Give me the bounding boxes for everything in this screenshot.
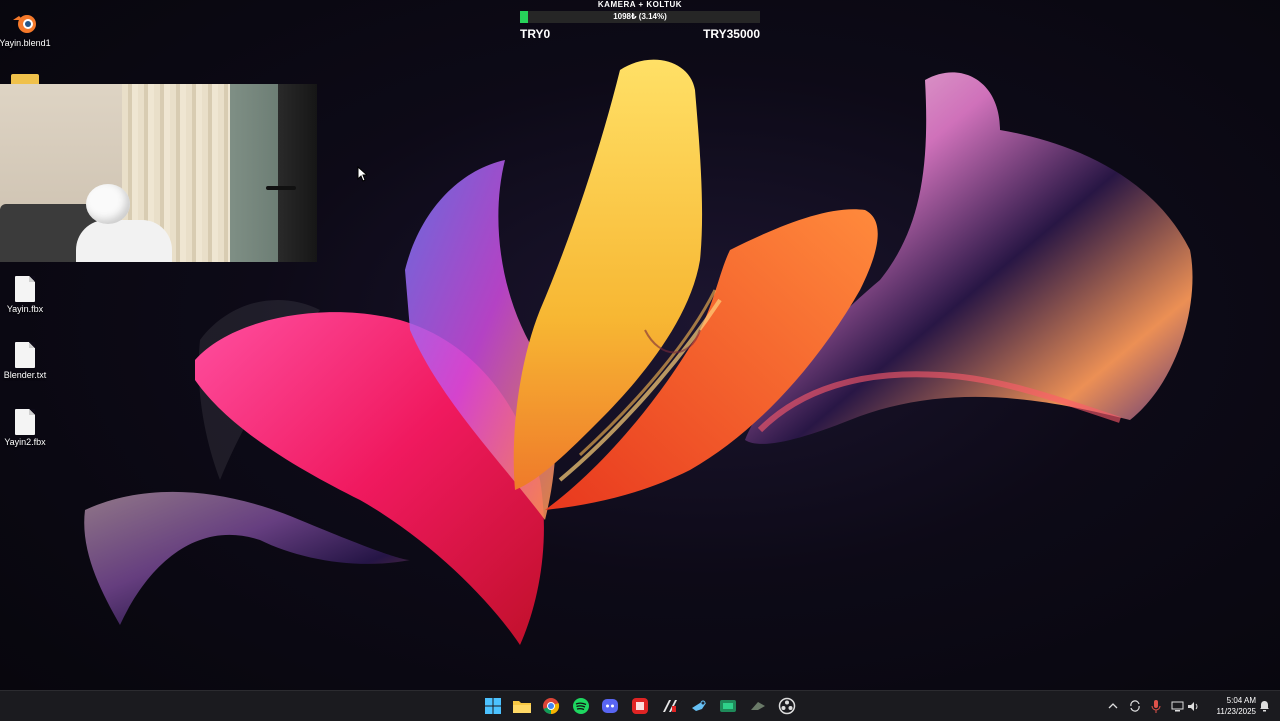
taskbar-obs[interactable] — [776, 695, 798, 717]
notification-bell-icon — [1259, 701, 1269, 712]
desktop-icon-label: Yayin.fbx — [6, 304, 44, 314]
folder-icon[interactable] — [11, 74, 39, 84]
desktop-icon-label: Yayin.blend1 — [0, 38, 51, 48]
tray-sync[interactable] — [1127, 698, 1143, 714]
desktop-icon-yayin-blend1[interactable]: Yayin.blend1 — [0, 10, 53, 48]
taskbar-gray-app[interactable] — [747, 695, 769, 717]
clock-time: 5:04 AM — [1226, 696, 1256, 705]
taskbar-stream-app[interactable] — [659, 695, 681, 717]
webcam-door — [278, 84, 317, 262]
donation-progress-text: 1098₺ (3.14%) — [613, 12, 667, 21]
donation-end-label: TRY35000 — [703, 27, 760, 41]
desktop-icon-label: Yayin2.fbx — [4, 437, 46, 447]
file-icon — [15, 409, 35, 435]
text-file-icon — [15, 342, 35, 368]
volume-icon — [1187, 701, 1197, 711]
spotify-icon — [573, 698, 589, 714]
start-button[interactable] — [482, 695, 504, 717]
tray-network[interactable] — [1169, 698, 1185, 714]
desktop-icon-yayin-fbx[interactable]: Yayin.fbx — [0, 276, 53, 314]
tray-microphone[interactable] — [1148, 698, 1164, 714]
stream-app-icon — [663, 700, 677, 712]
donation-goal-title: KAMERA + KOLTUK — [597, 0, 683, 9]
microphone-icon — [1151, 699, 1161, 713]
sync-icon — [1130, 700, 1140, 712]
network-icon — [1171, 701, 1183, 711]
donation-progress-bar: 1098₺ (3.14%) — [520, 11, 760, 23]
webcam-overlay — [0, 84, 317, 262]
tray-overflow-button[interactable] — [1105, 698, 1121, 714]
file-icon — [15, 276, 35, 302]
green-game-icon — [720, 700, 736, 712]
tray-volume[interactable] — [1185, 698, 1201, 714]
desktop-icon-blender-txt[interactable]: Blender.txt — [0, 342, 53, 380]
taskbar-steam[interactable] — [688, 695, 710, 717]
desktop-icon-yayin2-fbx[interactable]: Yayin2.fbx — [0, 409, 53, 447]
chrome-icon — [543, 698, 560, 715]
red-app-icon — [632, 698, 648, 714]
webcam-chair — [76, 220, 172, 262]
chevron-up-icon — [1108, 703, 1118, 709]
mouse-cursor-icon — [357, 166, 367, 182]
windows-start-icon — [485, 698, 501, 714]
notification-button[interactable] — [1256, 698, 1272, 714]
steam-icon — [692, 700, 706, 711]
taskbar-discord[interactable] — [599, 695, 621, 717]
donation-start-label: TRY0 — [520, 27, 551, 41]
taskbar-spotify[interactable] — [570, 695, 592, 717]
taskbar: 5:04 AM 11/23/2025 — [0, 690, 1280, 721]
clock-date: 11/23/2025 — [1216, 707, 1256, 716]
taskbar-clock[interactable]: 5:04 AM 11/23/2025 — [1206, 695, 1256, 717]
blender-icon — [13, 15, 36, 33]
taskbar-red-app[interactable] — [629, 695, 651, 717]
taskbar-file-explorer[interactable] — [511, 695, 533, 717]
webcam-curtain-green — [230, 84, 278, 262]
donation-goal-widget: KAMERA + KOLTUK 1098₺ (3.14%) TRY0 TRY35… — [520, 0, 760, 41]
webcam-plush-toy — [86, 184, 130, 224]
taskbar-game[interactable] — [717, 695, 739, 717]
obs-icon — [778, 697, 796, 715]
folder-icon — [513, 701, 531, 713]
discord-icon — [602, 699, 618, 713]
desktop-icon-label: Blender.txt — [3, 370, 47, 380]
webcam-door-handle — [266, 186, 296, 190]
gray-app-icon — [751, 702, 765, 710]
taskbar-chrome[interactable] — [540, 695, 562, 717]
